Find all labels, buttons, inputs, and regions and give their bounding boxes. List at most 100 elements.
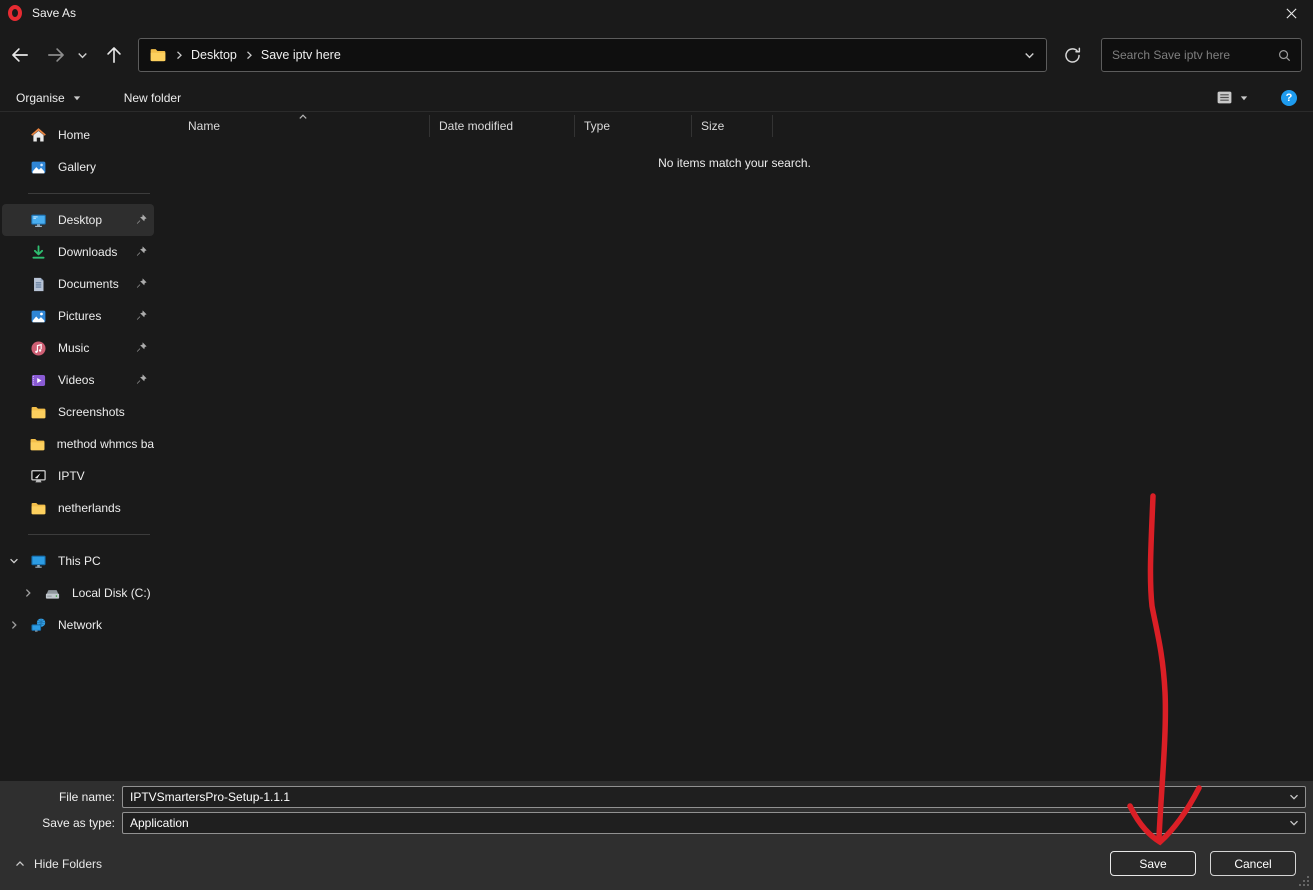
chevron-right-icon[interactable]	[2, 587, 44, 599]
save-button[interactable]: Save	[1110, 851, 1196, 876]
column-headers: Name Date modified Type Size	[156, 112, 1313, 140]
chevron-down-icon[interactable]	[1288, 791, 1300, 803]
up-button[interactable]	[102, 44, 126, 66]
search-box[interactable]	[1101, 38, 1302, 72]
pin-icon	[135, 213, 148, 226]
sidebar-item-method-whmcs-bac[interactable]: method whmcs bac	[2, 428, 154, 460]
sidebar-divider	[28, 534, 150, 535]
chevron-down-icon	[76, 49, 89, 62]
pin-icon	[135, 309, 148, 322]
sidebar-item-label: Documents	[58, 277, 119, 291]
folder-icon	[149, 46, 167, 64]
network-icon	[30, 617, 47, 634]
sidebar-item-label: Videos	[58, 373, 94, 387]
pin-icon	[135, 341, 148, 354]
sidebar-item-label: Local Disk (C:)	[72, 586, 151, 600]
forward-button[interactable]	[44, 44, 68, 66]
column-header-name[interactable]: Name	[156, 115, 430, 137]
recent-locations-button[interactable]	[74, 49, 90, 62]
chevron-up-icon	[14, 858, 26, 870]
home-icon	[30, 127, 47, 144]
address-bar[interactable]: Desktop Save iptv here	[138, 38, 1047, 72]
this-pc-icon	[30, 553, 47, 570]
resize-grip[interactable]	[1298, 875, 1310, 887]
breadcrumb-separator-icon	[174, 50, 184, 60]
footer-buttons-row: Hide Folders Save Cancel	[0, 851, 1313, 876]
empty-results-message: No items match your search.	[156, 156, 1313, 170]
file-name-label: File name:	[0, 790, 115, 804]
pin-icon	[135, 245, 148, 258]
chevron-down-icon[interactable]	[2, 555, 30, 567]
sidebar-item-desktop[interactable]: Desktop	[2, 204, 154, 236]
help-icon: ?	[1286, 92, 1293, 104]
sidebar-item-music[interactable]: Music	[2, 332, 154, 364]
file-name-combobox	[122, 786, 1306, 808]
sidebar-item-label: Screenshots	[58, 405, 125, 419]
sidebar-item-documents[interactable]: Documents	[2, 268, 154, 300]
window-title: Save As	[32, 6, 76, 20]
sidebar-item-gallery[interactable]: Gallery	[2, 151, 154, 183]
breadcrumb-segment-current[interactable]: Save iptv here	[261, 48, 341, 62]
sidebar-divider	[28, 193, 150, 194]
downloads-icon	[30, 244, 47, 261]
change-view-button[interactable]	[1216, 89, 1249, 106]
sidebar-item-label: Desktop	[58, 213, 102, 227]
sidebar-item-network[interactable]: Network	[2, 609, 154, 641]
sidebar-item-this-pc[interactable]: This PC	[2, 545, 154, 577]
pin-icon	[135, 373, 148, 386]
desktop-icon	[30, 212, 47, 229]
pictures-icon	[30, 308, 47, 325]
chevron-right-icon[interactable]	[2, 619, 30, 631]
music-icon	[30, 340, 47, 357]
hide-folders-button[interactable]: Hide Folders	[14, 857, 102, 871]
sidebar-item-label: IPTV	[58, 469, 85, 483]
address-dropdown-icon[interactable]	[1023, 49, 1036, 62]
file-name-input[interactable]	[122, 786, 1306, 808]
organise-menu[interactable]: Organise	[16, 91, 82, 105]
back-button[interactable]	[8, 44, 32, 66]
sidebar-item-label: Pictures	[58, 309, 101, 323]
folder-icon	[30, 404, 47, 421]
column-header-size[interactable]: Size	[692, 115, 773, 137]
sidebar-item-home[interactable]: Home	[2, 119, 154, 151]
refresh-button[interactable]	[1061, 46, 1083, 65]
sidebar-item-label: method whmcs bac	[57, 437, 154, 451]
sidebar-item-downloads[interactable]: Downloads	[2, 236, 154, 268]
pin-icon	[135, 277, 148, 290]
chevron-down-icon	[1288, 817, 1300, 829]
sidebar-item-label: Gallery	[58, 160, 96, 174]
search-input[interactable]	[1102, 48, 1277, 62]
sidebar-item-label: Downloads	[58, 245, 117, 259]
column-header-type[interactable]: Type	[575, 115, 692, 137]
gallery-icon	[30, 159, 47, 176]
breadcrumb-segment-desktop[interactable]: Desktop	[191, 48, 237, 62]
sidebar-item-videos[interactable]: Videos	[2, 364, 154, 396]
file-name-row: File name:	[0, 786, 1313, 808]
close-icon	[1285, 7, 1298, 20]
sidebar-item-local-disk-c[interactable]: Local Disk (C:)	[2, 577, 154, 609]
navigation-pane: Home Gallery Desktop Downloads Documents Pict…	[0, 112, 156, 781]
save-as-type-dropdown[interactable]: Application	[122, 812, 1306, 834]
new-folder-button[interactable]: New folder	[124, 91, 181, 105]
new-folder-label: New folder	[124, 91, 181, 105]
sidebar-item-pictures[interactable]: Pictures	[2, 300, 154, 332]
help-button[interactable]: ?	[1281, 90, 1297, 106]
organise-label: Organise	[16, 91, 65, 105]
sidebar-item-screenshots[interactable]: Screenshots	[2, 396, 154, 428]
list-view-icon	[1216, 89, 1233, 106]
refresh-icon	[1063, 46, 1082, 65]
column-header-date-modified[interactable]: Date modified	[430, 115, 575, 137]
navigation-bar: Desktop Save iptv here	[0, 26, 1313, 84]
save-as-dialog: { "window": { "title": "Save As" }, "col…	[0, 0, 1313, 890]
folder-icon	[30, 500, 47, 517]
sidebar-item-iptv[interactable]: IPTV	[2, 460, 154, 492]
search-icon	[1277, 48, 1292, 63]
sidebar-item-label: Home	[58, 128, 90, 142]
forward-arrow-icon	[45, 44, 67, 66]
iptv-icon	[30, 468, 47, 485]
sidebar-item-netherlands[interactable]: netherlands	[2, 492, 154, 524]
cancel-button[interactable]: Cancel	[1210, 851, 1296, 876]
sidebar-item-label: Network	[58, 618, 102, 632]
close-button[interactable]	[1269, 0, 1313, 26]
videos-icon	[30, 372, 47, 389]
